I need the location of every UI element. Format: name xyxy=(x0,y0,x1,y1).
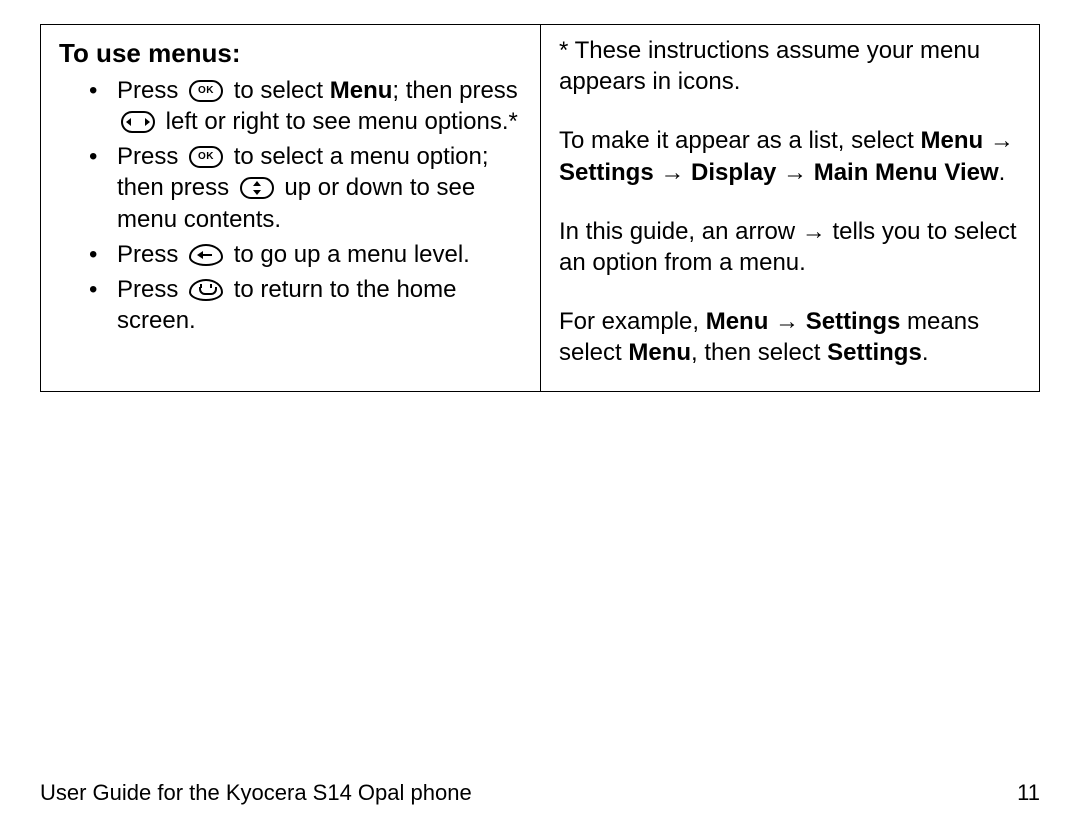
ok-button-icon xyxy=(189,146,223,168)
bold-text: Settings xyxy=(827,339,922,366)
list-item: Press to select Menu; then press left or… xyxy=(89,75,522,137)
list-item: Press to go up a menu level. xyxy=(89,239,522,270)
text: to go up a menu level. xyxy=(234,241,470,268)
list-item: Press to return to the home screen. xyxy=(89,274,522,336)
text: Press xyxy=(117,276,185,303)
back-key-icon xyxy=(189,244,223,266)
text: . xyxy=(922,339,929,366)
bold-text: Menu xyxy=(628,339,691,366)
text: , then select xyxy=(691,339,827,366)
note-icons-assumption: * These instructions assume your menu ap… xyxy=(559,35,1021,97)
bold-text: Menu → Settings xyxy=(706,308,901,335)
bold-text: Menu xyxy=(330,77,393,104)
right-column: * These instructions assume your menu ap… xyxy=(540,25,1039,391)
text: Press xyxy=(117,241,185,268)
text: ; then press xyxy=(392,77,517,104)
text: To make it appear as a list, select xyxy=(559,127,921,154)
menu-steps-list: Press to select Menu; then press left or… xyxy=(59,75,522,337)
instruction-box: To use menus: Press to select Menu; then… xyxy=(40,24,1040,392)
text: Press xyxy=(117,77,185,104)
list-item: Press to select a menu option; then pres… xyxy=(89,141,522,235)
left-column: To use menus: Press to select Menu; then… xyxy=(41,25,540,391)
note-example: For example, Menu → Settings means selec… xyxy=(559,306,1021,368)
text: For example, xyxy=(559,308,706,335)
nav-left-right-icon xyxy=(121,111,155,133)
left-heading: To use menus: xyxy=(59,37,522,71)
page: To use menus: Press to select Menu; then… xyxy=(0,0,1080,834)
page-footer: User Guide for the Kyocera S14 Opal phon… xyxy=(40,780,1040,806)
text: . xyxy=(999,159,1006,186)
ok-button-icon xyxy=(189,80,223,102)
footer-title: User Guide for the Kyocera S14 Opal phon… xyxy=(40,780,472,806)
end-key-icon xyxy=(189,279,223,301)
nav-up-down-icon xyxy=(240,177,274,199)
text: left or right to see menu options.* xyxy=(166,108,518,135)
page-number: 11 xyxy=(1017,780,1040,806)
text: Press xyxy=(117,143,185,170)
note-arrow-meaning: In this guide, an arrow → tells you to s… xyxy=(559,216,1021,278)
text: to select xyxy=(234,77,330,104)
note-list-view-path: To make it appear as a list, select Menu… xyxy=(559,125,1021,187)
